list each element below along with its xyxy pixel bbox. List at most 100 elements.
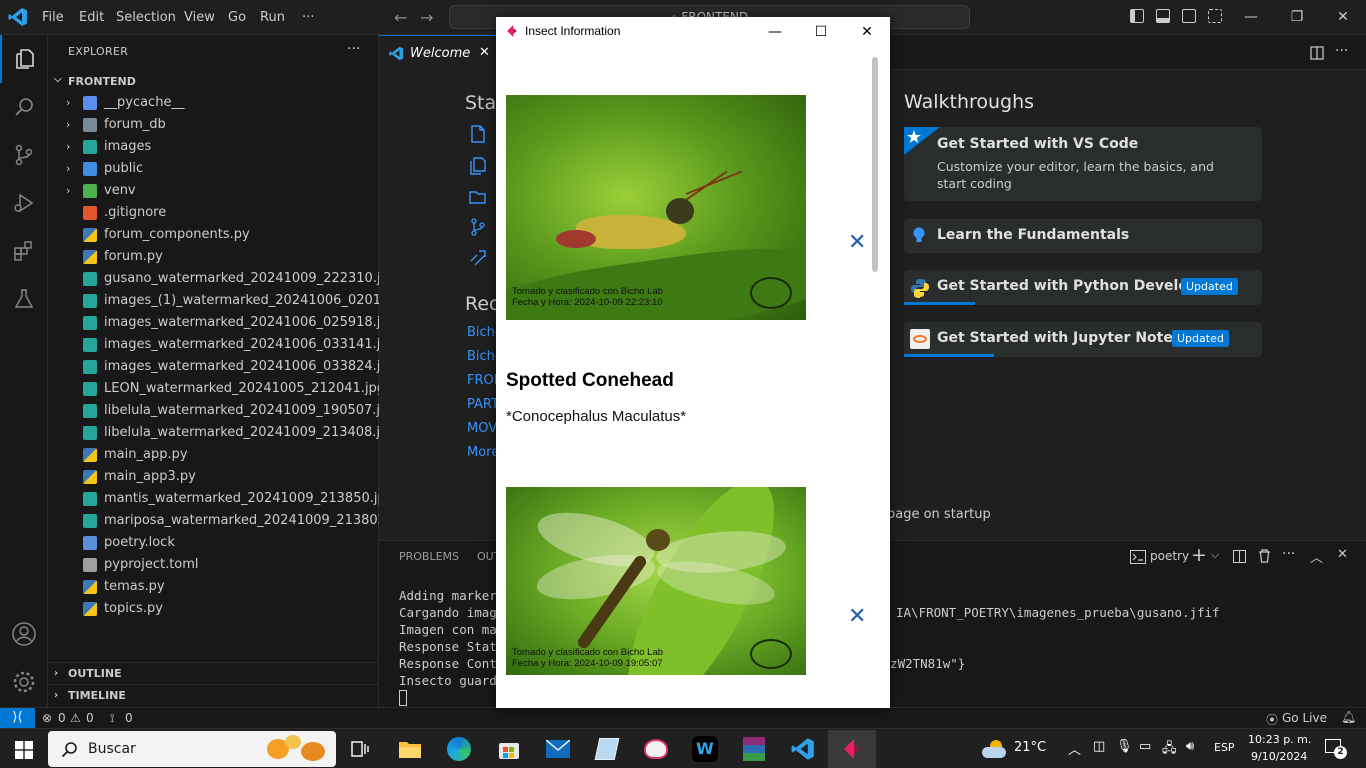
popup-maximize-button[interactable]: ☐ <box>798 17 844 47</box>
recent-item-link[interactable]: More <box>467 445 499 460</box>
toggle-sidebar-icon[interactable] <box>1130 9 1144 23</box>
tree-file[interactable]: main_app3.py <box>48 466 379 488</box>
tree-file[interactable]: mariposa_watermarked_20241009_213802.jpg <box>48 510 410 532</box>
source-control-icon[interactable] <box>0 131 48 179</box>
chevron-down-icon[interactable]: ⌵ <box>1211 548 1219 562</box>
tree-folder[interactable]: › images <box>48 136 379 158</box>
tab-welcome[interactable]: Welcome ✕ <box>379 35 497 70</box>
walkthrough-jupyter-card[interactable]: Get Started with Jupyter Notebooks Updat… <box>904 322 1262 357</box>
language-indicator[interactable]: ESP <box>1214 741 1235 754</box>
paint-app-icon[interactable] <box>636 733 676 765</box>
tree-file[interactable]: main_app.py <box>48 444 379 466</box>
tab-problems[interactable]: PROBLEMS <box>399 550 459 563</box>
settings-gear-icon[interactable] <box>0 658 48 706</box>
editor-more-button[interactable]: ··· <box>1335 43 1348 59</box>
network-icon[interactable]: 🖧︎ <box>1162 739 1177 761</box>
menu-edit[interactable]: Edit <box>79 0 104 35</box>
volume-icon[interactable]: 🔊︎ <box>1186 739 1194 754</box>
tray-device-icon[interactable]: ▭ <box>1139 739 1151 754</box>
popup-minimize-button[interactable]: — <box>752 17 798 47</box>
account-icon[interactable] <box>0 610 48 658</box>
show-on-startup-label[interactable]: page on startup <box>887 507 991 522</box>
warning-icon[interactable]: ⚠ <box>70 711 81 725</box>
ports-count[interactable]: 0 <box>125 711 133 725</box>
open-folder-icon[interactable] <box>469 188 487 206</box>
weather-cloud-icon[interactable] <box>982 740 1008 758</box>
back-arrow-icon[interactable]: ← <box>394 8 407 27</box>
outline-section[interactable]: › OUTLINE <box>48 662 379 684</box>
remote-connect-icon[interactable] <box>469 249 487 267</box>
minimize-button[interactable]: — <box>1228 0 1274 35</box>
remove-insect-2-icon[interactable]: ✕ <box>848 603 866 629</box>
microsoft-store-icon[interactable] <box>489 733 529 765</box>
toggle-panel-icon[interactable] <box>1156 9 1170 23</box>
tree-file[interactable]: libelula_watermarked_20241009_213408.jpg <box>48 422 397 444</box>
tree-file[interactable]: .gitignore <box>48 202 379 224</box>
folder-header[interactable]: ⌵ FRONTEND <box>48 70 379 92</box>
warning-count[interactable]: 0 <box>86 711 94 725</box>
tree-file[interactable]: LEON_watermarked_20241005_212041.jpg <box>48 378 385 400</box>
remove-insect-1-icon[interactable]: ✕ <box>848 229 866 255</box>
tab-close-icon[interactable]: ✕ <box>479 45 490 60</box>
clock-date[interactable]: 9/10/2024 <box>1251 750 1307 763</box>
tree-folder[interactable]: › public <box>48 158 379 180</box>
new-file-icon[interactable] <box>469 125 487 143</box>
microphone-icon[interactable]: 🎙︎ <box>1116 739 1133 754</box>
tree-file[interactable]: images_(1)_watermarked_20241006_020156.j… <box>48 290 422 312</box>
close-panel-icon[interactable]: ✕ <box>1337 547 1348 562</box>
notes-app-icon[interactable] <box>587 733 627 765</box>
winrar-icon[interactable] <box>734 733 774 765</box>
walkthrough-vscode-card[interactable]: Get Started with VS Code Customize your … <box>904 127 1262 201</box>
temperature[interactable]: 21°C <box>1014 740 1046 755</box>
menu-more[interactable]: ··· <box>302 0 314 35</box>
menu-view[interactable]: View <box>184 0 215 35</box>
go-live-button[interactable]: Go Live <box>1282 711 1327 725</box>
ports-icon[interactable]: ⟟ <box>110 711 114 726</box>
search-icon[interactable] <box>0 83 48 131</box>
taskbar-search-box[interactable]: Buscar <box>48 731 336 767</box>
mail-icon[interactable] <box>538 733 578 765</box>
tree-file[interactable]: images_watermarked_20241006_033141.jpg <box>48 334 397 356</box>
tree-file[interactable]: topics.py <box>48 598 379 620</box>
add-terminal-icon[interactable]: + <box>1191 544 1207 566</box>
clone-git-icon[interactable] <box>469 218 487 236</box>
customize-layout-icon[interactable] <box>1208 9 1222 23</box>
tree-file[interactable]: temas.py <box>48 576 379 598</box>
flet-app-taskbar-icon[interactable] <box>828 730 876 768</box>
notification-center-icon[interactable]: 2 <box>1325 739 1347 759</box>
explorer-more-button[interactable]: ··· <box>347 41 360 57</box>
error-icon[interactable]: ⊗ <box>42 711 52 725</box>
windows-start-icon[interactable] <box>15 741 33 759</box>
tree-folder[interactable]: › __pycache__ <box>48 92 379 114</box>
remote-indicator-icon[interactable]: ⟩⟨ <box>0 708 35 729</box>
tree-file[interactable]: images_watermarked_20241006_033824.jpg <box>48 356 397 378</box>
tree-file[interactable]: forum_components.py <box>48 224 379 246</box>
tree-folder[interactable]: › forum_db <box>48 114 379 136</box>
close-window-button[interactable]: ✕ <box>1320 0 1366 35</box>
timeline-section[interactable]: › TIMELINE <box>48 684 379 706</box>
toggle-secondary-sidebar-icon[interactable] <box>1182 9 1196 23</box>
tree-file[interactable]: poetry.lock <box>48 532 379 554</box>
tray-meet-icon[interactable]: ◫ <box>1093 739 1105 754</box>
menu-selection[interactable]: Selection <box>116 0 176 35</box>
edge-browser-icon[interactable] <box>439 733 479 765</box>
tree-file[interactable]: gusano_watermarked_20241009_222310.jpg <box>48 268 397 290</box>
tree-folder[interactable]: › venv <box>48 180 379 202</box>
menu-run[interactable]: Run <box>260 0 285 35</box>
open-file-icon[interactable] <box>469 157 487 175</box>
error-count[interactable]: 0 <box>58 711 66 725</box>
recent-item-link[interactable]: PART <box>467 397 499 412</box>
walkthrough-fundamentals-card[interactable]: Learn the Fundamentals <box>904 219 1262 253</box>
tree-file[interactable]: images_watermarked_20241006_025918.jpg <box>48 312 397 334</box>
task-view-icon[interactable] <box>340 733 380 765</box>
walkthrough-python-card[interactable]: Get Started with Python Developm... Upda… <box>904 270 1262 305</box>
extensions-icon[interactable] <box>0 227 48 275</box>
testing-icon[interactable] <box>0 275 48 323</box>
webex-app-icon[interactable]: W <box>685 733 725 765</box>
file-explorer-icon[interactable] <box>390 733 430 765</box>
panel-more-button[interactable]: ··· <box>1282 546 1295 562</box>
tree-file[interactable]: forum.py <box>48 246 379 268</box>
notifications-bell-icon[interactable]: 🔔︎ <box>1341 710 1356 724</box>
forward-arrow-icon[interactable]: → <box>420 8 433 27</box>
clock-time[interactable]: 10:23 p. m. <box>1248 733 1311 746</box>
